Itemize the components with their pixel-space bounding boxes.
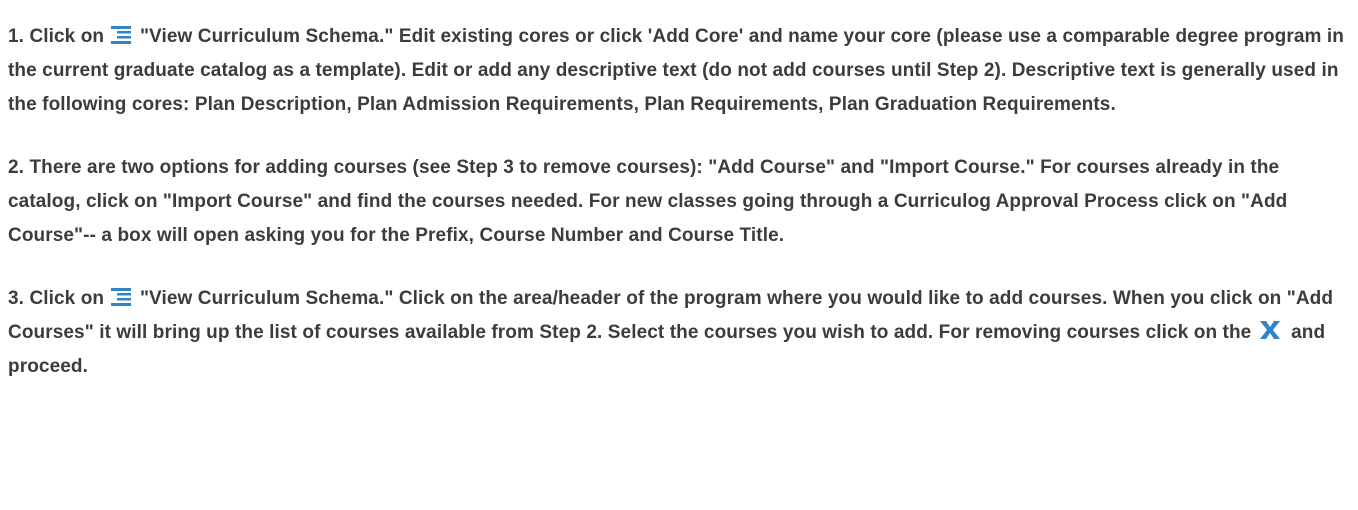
step-1-text: "View Curriculum Schema." Edit existing …: [8, 26, 1344, 115]
step-3-click-on: Click on: [29, 288, 105, 309]
step-2-number: 2.: [8, 157, 25, 178]
list-schema-icon: [110, 288, 131, 306]
step-2-text: There are two options for adding courses…: [8, 157, 1288, 246]
remove-x-icon: [1258, 320, 1282, 340]
step-2: 2. There are two options for adding cour…: [8, 151, 1350, 253]
step-3-text: "View Curriculum Schema." Click on the a…: [8, 288, 1334, 343]
step-3-number: 3.: [8, 288, 25, 309]
instructions: 1. Click on "View Curriculum Schema." Ed…: [0, 0, 1358, 384]
step-3: 3. Click on "View Curriculum Schema." Cl…: [8, 282, 1350, 384]
step-1: 1. Click on "View Curriculum Schema." Ed…: [8, 20, 1350, 122]
step-1-number: 1.: [8, 26, 25, 47]
step-1-click-on: Click on: [29, 26, 105, 47]
list-schema-icon: [110, 26, 131, 44]
